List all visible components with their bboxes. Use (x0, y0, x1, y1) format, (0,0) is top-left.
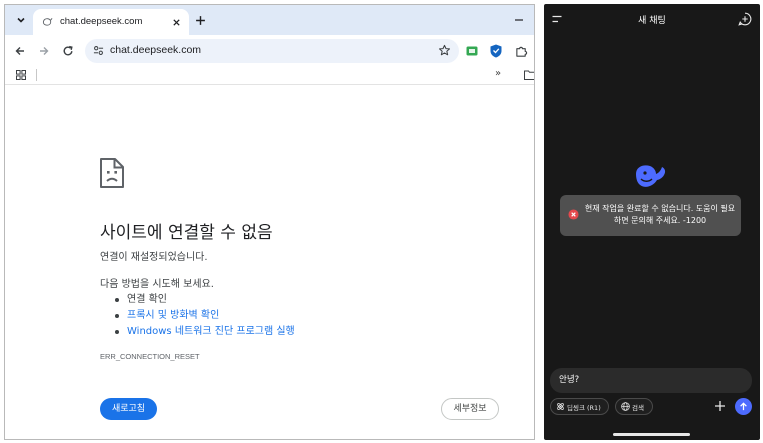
green-extension-graphic (466, 46, 478, 56)
deepthink-label: 딥씽크 (R1) (567, 404, 601, 412)
close-icon (172, 18, 180, 26)
back-button[interactable] (12, 43, 28, 59)
suggestion-check-connection: 연결 확인 (113, 292, 295, 308)
url-text: chat.deepseek.com (110, 44, 202, 56)
error-page: 사이트에 연결할 수 없음 연결이 재설정되었습니다. 다음 방법을 시도해 보… (5, 86, 534, 439)
minimize-icon (515, 19, 523, 21)
arrow-up-icon (740, 402, 747, 411)
shield-graphic (490, 44, 502, 57)
shield-extension-icon[interactable] (489, 43, 503, 58)
deepseek-mobile-app: 새 채팅 현재 작업을 완료할 수 없습니다. 도움이 필요하면 문의해 주세요… (544, 4, 760, 440)
apps-grid-icon[interactable] (15, 69, 27, 81)
suggestion-heading: 다음 방법을 시도해 보세요. (100, 279, 214, 290)
suggestion-check-proxy-link[interactable]: 프록시 및 방화벽 확인 (113, 308, 295, 324)
reload-page-button[interactable]: 새로고침 (100, 398, 157, 420)
bookmarks-bar: » (5, 67, 534, 85)
suggestion-list: 연결 확인 프록시 및 방화벽 확인 Windows 네트워크 진단 프로그램 … (113, 292, 295, 340)
toolbar: chat.deepseek.com (5, 35, 534, 67)
home-indicator (613, 433, 690, 436)
chat-title: 새 채팅 (638, 16, 666, 26)
star-icon[interactable] (438, 44, 451, 57)
new-chat-icon[interactable] (738, 12, 752, 26)
suggestion-network-diagnostics-link[interactable]: Windows 네트워크 진단 프로그램 실행 (113, 324, 295, 340)
deepseek-whale-logo (636, 165, 666, 187)
tab-search-button[interactable] (11, 10, 31, 30)
error-toast: 현재 작업을 완료할 수 없습니다. 도움이 필요하면 문의해 주세요. -12… (560, 195, 741, 236)
error-circle-icon (568, 209, 579, 220)
search-label: 검색 (632, 404, 644, 412)
tab-strip: chat.deepseek.com (5, 5, 534, 35)
address-bar[interactable]: chat.deepseek.com (85, 39, 459, 63)
plus-icon[interactable] (714, 400, 726, 412)
deepthink-toggle[interactable]: 딥씽크 (R1) (550, 398, 609, 415)
tune-icon (93, 46, 104, 55)
minimize-button[interactable] (512, 13, 526, 27)
arrow-left-icon (15, 47, 24, 55)
puzzle-icon[interactable] (513, 43, 529, 59)
reload-button[interactable] (60, 43, 76, 59)
folder-graphic (524, 70, 534, 80)
search-toggle[interactable]: 검색 (615, 398, 653, 415)
send-button[interactable] (735, 398, 752, 415)
forward-button[interactable] (36, 43, 52, 59)
new-tab-button[interactable] (192, 12, 208, 28)
browser-window: chat.deepseek.com chat.deepseek.com » 사이… (4, 4, 535, 440)
plus-icon (195, 15, 205, 25)
globe-icon (621, 402, 630, 411)
green-extension-icon[interactable] (465, 44, 479, 58)
error-title: 사이트에 연결할 수 없음 (100, 223, 273, 243)
apps-grid-graphic (16, 70, 26, 80)
folder-icon[interactable] (523, 69, 534, 81)
details-button[interactable]: 세부정보 (441, 398, 499, 420)
deepseek-favicon-icon (42, 18, 53, 26)
message-input[interactable]: 안녕? (550, 368, 752, 393)
toast-message: 현재 작업을 완료할 수 없습니다. 도움이 필요하면 문의해 주세요. -12… (584, 204, 736, 225)
error-subtitle: 연결이 재설정되었습니다. (100, 252, 208, 263)
bookmarks-divider (36, 69, 37, 81)
reload-icon (63, 45, 73, 56)
bookmarks-overflow-button[interactable]: » (495, 68, 501, 79)
tab-title: chat.deepseek.com (60, 16, 143, 27)
chevron-down-icon (17, 17, 25, 23)
sad-document-icon (100, 158, 124, 188)
tab-chat-deepseek[interactable]: chat.deepseek.com (33, 9, 189, 35)
puzzle-graphic (515, 46, 527, 57)
close-tab-button[interactable] (169, 15, 183, 29)
atom-icon (557, 403, 564, 410)
error-code: ERR_CONNECTION_RESET (100, 352, 200, 361)
arrow-right-icon (40, 47, 49, 55)
